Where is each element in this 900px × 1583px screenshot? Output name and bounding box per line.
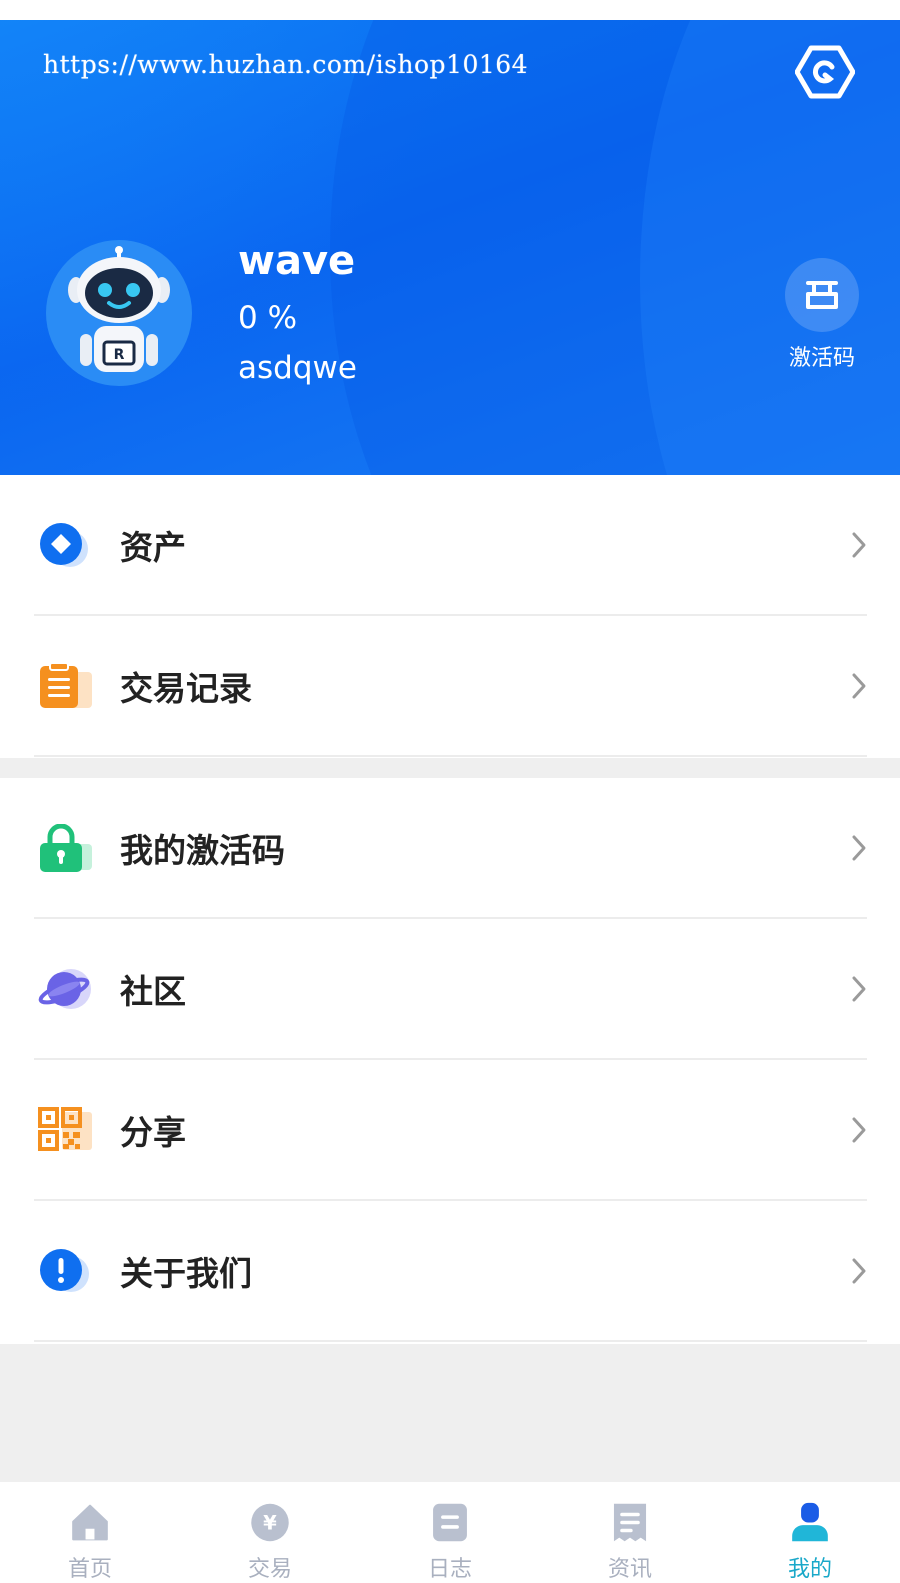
lock-icon [38,823,92,872]
tab-home[interactable]: 首页 [0,1482,180,1583]
username: wave [238,238,356,284]
chevron-right-icon [852,976,866,1002]
settings-button[interactable] [792,42,858,102]
activation-code-label: 激活码 [788,346,855,371]
svg-text:¥: ¥ [263,1512,277,1535]
menu-item-assets[interactable]: 资产 [34,475,867,616]
chevron-right-icon [852,673,866,699]
tab-mine[interactable]: 我的 [720,1482,900,1583]
tab-label: 资讯 [607,1557,652,1582]
menu-item-my-activation-codes[interactable]: 我的激活码 [34,778,867,919]
menu-item-label: 分享 [120,1112,186,1152]
svg-text:R: R [114,347,125,363]
activation-code-button[interactable]: 激活码 [780,258,864,372]
tab-label: 首页 [67,1557,112,1582]
info-icon [38,1247,92,1295]
printer-icon [806,281,838,309]
tab-label: 日志 [427,1557,472,1582]
menu-item-label: 关于我们 [120,1253,252,1293]
qrcode-icon [38,1106,92,1154]
chevron-right-icon [852,835,866,861]
percent-value: 0 % [238,300,298,336]
menu-item-label: 社区 [120,971,186,1011]
activation-code-icon-circle [785,258,859,332]
settings-hex-icon [795,45,855,99]
clipboard-icon [38,661,92,710]
status-strip [0,0,900,20]
menu-item-share[interactable]: 分享 [34,1060,867,1201]
tab-label: 交易 [247,1557,292,1582]
menu-item-label: 我的激活码 [120,830,285,870]
yen-icon: ¥ [251,1503,289,1542]
planet-icon [38,965,92,1013]
avatar[interactable]: R [46,240,192,386]
bottom-tab-bar: 首页 ¥ 交易 日志 资讯 我的 [0,1482,900,1583]
menu-group-secondary: 我的激活码 社区 分享 关于我们 [0,778,900,1344]
menu-item-about-us[interactable]: 关于我们 [34,1201,867,1342]
watermark-url: https://www.huzhan.com/ishop10164 [43,50,529,79]
tab-trade[interactable]: ¥ 交易 [180,1482,360,1583]
chevron-right-icon [852,1258,866,1284]
menu-item-transaction-records[interactable]: 交易记录 [34,616,867,757]
tab-news[interactable]: 资讯 [540,1482,720,1583]
menu-group-primary: 资产 交易记录 [0,475,900,758]
menu-item-community[interactable]: 社区 [34,919,867,1060]
home-icon [72,1504,108,1541]
tab-label: 我的 [787,1557,832,1582]
account-id: asdqwe [238,350,357,386]
user-icon [792,1502,828,1542]
tab-log[interactable]: 日志 [360,1482,540,1583]
header-decoration [640,20,900,475]
chevron-right-icon [852,1117,866,1143]
log-icon [433,1503,467,1542]
menu-item-label: 交易记录 [120,668,252,708]
chevron-right-icon [852,532,866,558]
robot-avatar-icon: R [68,246,170,372]
menu-item-label: 资产 [120,527,186,567]
assets-icon [38,521,92,569]
profile-header: https://www.huzhan.com/ishop10164 R wave… [0,20,900,475]
news-icon [613,1503,647,1542]
